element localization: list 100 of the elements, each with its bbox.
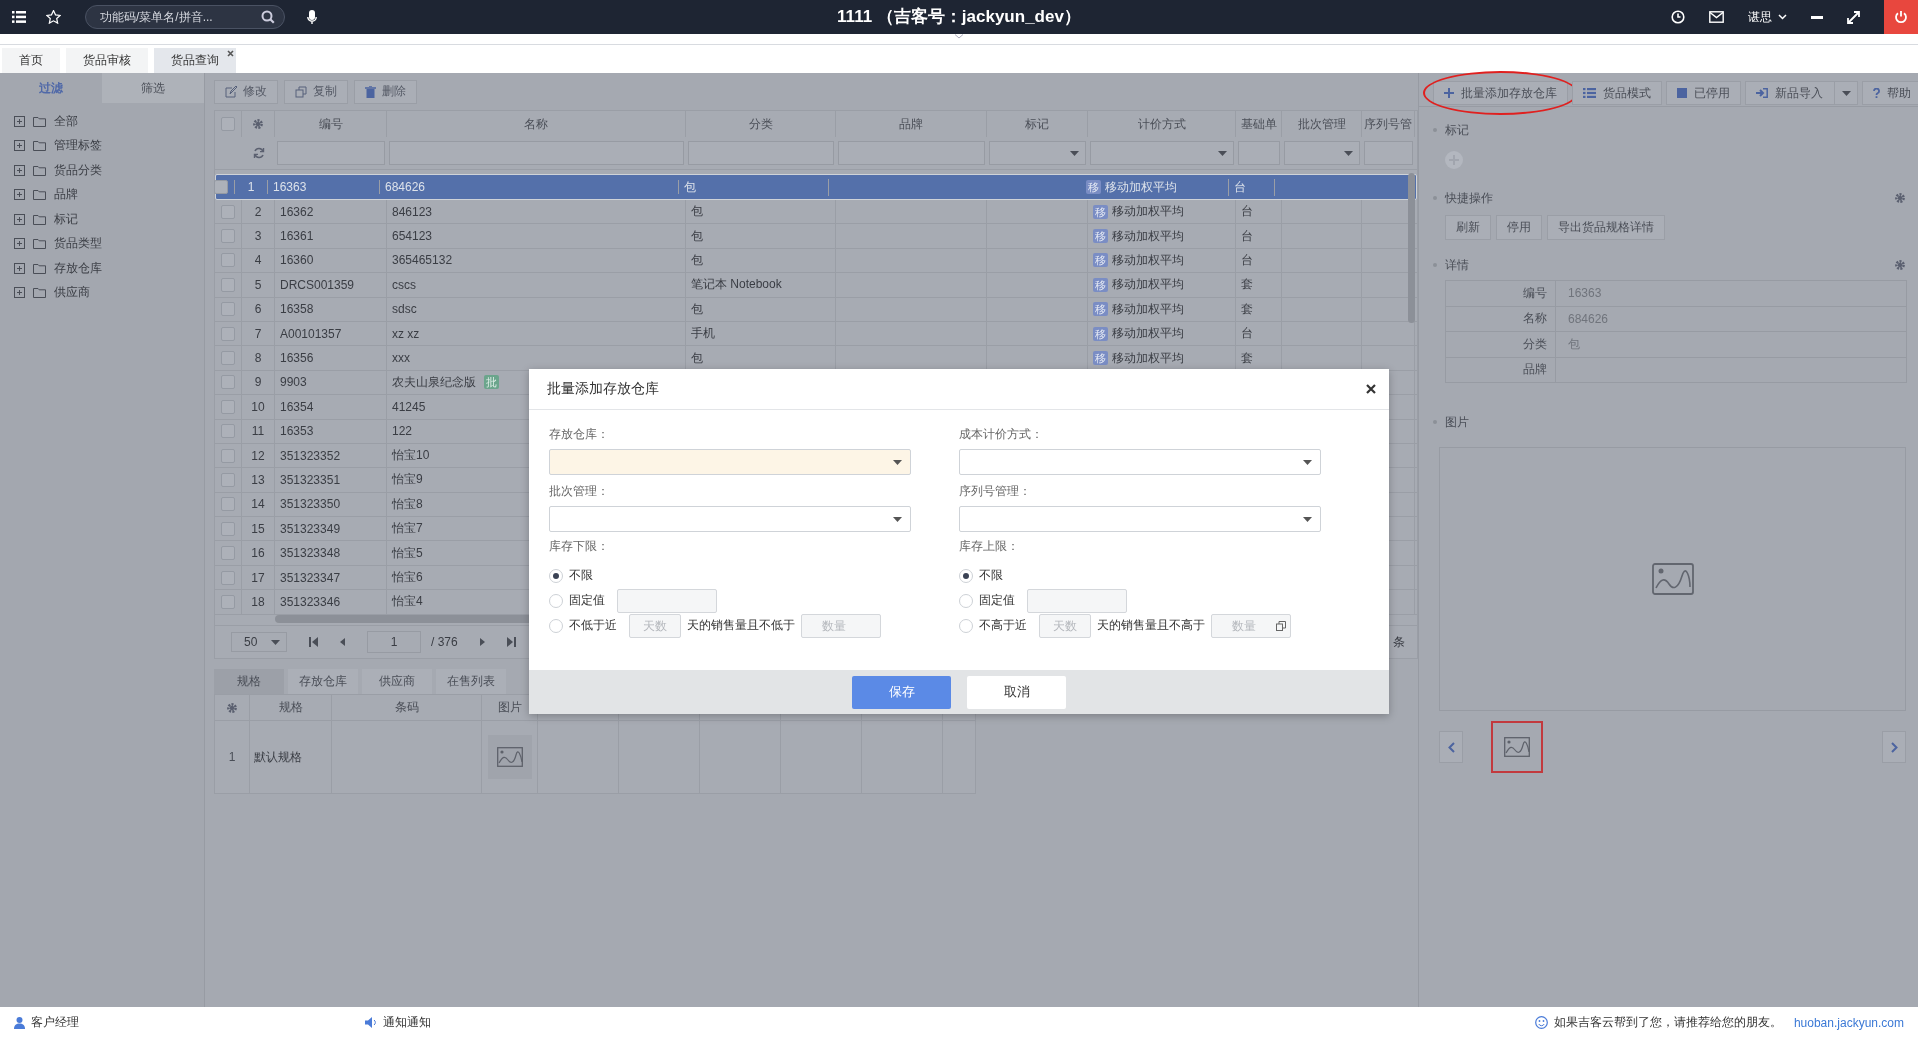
column-header[interactable]: 图片 — [497, 699, 522, 716]
checkbox[interactable] — [221, 399, 235, 414]
column-header[interactable]: 编号 — [275, 111, 387, 137]
expander-icon[interactable] — [14, 213, 25, 225]
first-page-icon[interactable] — [309, 637, 318, 647]
action-button[interactable]: 货品模式 — [1572, 81, 1662, 105]
chevron-left-icon[interactable] — [1447, 741, 1455, 753]
column-header[interactable]: 品牌 — [836, 111, 987, 137]
close-icon[interactable] — [227, 50, 234, 57]
image-icon[interactable] — [1504, 737, 1530, 757]
expander-icon[interactable] — [14, 115, 25, 127]
column-header[interactable]: 批次管理 — [1282, 111, 1362, 137]
quick-action-button[interactable]: 刷新 — [1445, 215, 1491, 240]
table-row[interactable]: 1 16363 684626 包 移 移动加权平均 台 — [215, 174, 1417, 200]
checkbox[interactable] — [221, 473, 235, 487]
checkbox[interactable] — [221, 521, 235, 536]
tree-item[interactable]: 标记 — [54, 210, 78, 228]
caret-icon[interactable] — [893, 459, 902, 465]
table-row[interactable]: 4 16360 365465132 包 移 移动加权平均 台 — [215, 248, 1417, 274]
checkbox[interactable] — [221, 497, 235, 512]
column-header[interactable]: 基础单 — [1236, 111, 1282, 137]
checkbox[interactable] — [221, 229, 235, 244]
page-field[interactable]: 1 — [367, 631, 421, 653]
checkbox[interactable] — [221, 326, 235, 341]
toolbar-button[interactable]: 删除 — [354, 79, 417, 104]
option-label[interactable]: 不低于近 — [569, 617, 617, 634]
settings-icon[interactable] — [252, 118, 264, 130]
tree-item[interactable]: 货品类型 — [54, 235, 102, 253]
checkbox[interactable] — [221, 546, 235, 561]
caret-icon[interactable] — [1778, 14, 1787, 20]
select-field[interactable] — [959, 449, 1321, 475]
thumbnail[interactable] — [1491, 721, 1543, 773]
page-tab[interactable]: 货品查询 — [154, 48, 236, 73]
table-row[interactable]: 7 A00101357 xz xz 手机 移 移动加权平均 台 — [215, 321, 1417, 347]
status-text[interactable]: 通知通知 — [383, 1014, 431, 1031]
mail-icon[interactable] — [1709, 11, 1724, 23]
chevron-right-icon[interactable] — [1890, 741, 1898, 753]
input-field[interactable]: 天数 — [1039, 613, 1091, 638]
option-label[interactable]: 固定值 — [569, 592, 605, 609]
action-button[interactable]: 帮助 — [1862, 81, 1918, 105]
previous-page-icon[interactable] — [340, 638, 345, 646]
tree-item[interactable]: 存放仓库 — [54, 259, 102, 277]
checkbox[interactable] — [214, 180, 228, 194]
page-size-dropdown[interactable]: 50 — [231, 632, 287, 652]
tree-item[interactable]: 货品分类 — [54, 161, 102, 179]
checkbox[interactable] — [221, 302, 235, 317]
option-label[interactable]: 不限 — [569, 567, 593, 584]
expander-icon[interactable] — [14, 140, 25, 152]
page-tab[interactable]: 首页 — [2, 48, 60, 73]
column-header[interactable]: 规格 — [278, 699, 303, 716]
column-header[interactable]: 分类 — [686, 111, 836, 137]
quick-action-button[interactable]: 停用 — [1496, 215, 1542, 240]
menu-icon[interactable] — [12, 11, 26, 23]
caret-icon[interactable] — [1303, 459, 1312, 465]
star-icon[interactable] — [46, 10, 61, 24]
tree-item[interactable]: 供应商 — [54, 284, 90, 302]
column-header[interactable]: 条码 — [394, 699, 419, 716]
checkbox[interactable] — [221, 375, 235, 390]
expander-icon[interactable] — [14, 164, 25, 176]
checkbox[interactable] — [221, 277, 235, 292]
caret-icon[interactable] — [893, 516, 902, 522]
import-icon[interactable] — [1756, 88, 1768, 98]
table-row[interactable]: 2 16362 846123 包 移 移动加权平均 台 — [215, 200, 1417, 225]
column-header[interactable]: 序列号管 — [1362, 111, 1415, 137]
caret-icon[interactable] — [1303, 516, 1312, 522]
table-row[interactable]: 3 16361 654123 包 移 移动加权平均 台 — [215, 224, 1417, 249]
copy-icon[interactable] — [1276, 620, 1286, 631]
action-button[interactable]: 已停用 — [1666, 81, 1741, 105]
checkbox[interactable] — [221, 424, 235, 439]
tree-item[interactable]: 全部 — [54, 112, 78, 130]
checkbox[interactable] — [221, 351, 235, 366]
detail-tab[interactable]: 在售列表 — [436, 669, 506, 694]
option-label[interactable]: 不高于近 — [979, 617, 1027, 634]
status-text[interactable]: 客户经理 — [31, 1014, 79, 1031]
page-tab[interactable]: 货品审核 — [66, 48, 148, 73]
action-button[interactable]: 新品导入 — [1745, 81, 1858, 105]
microphone-icon[interactable] — [307, 9, 317, 25]
quick-action-button[interactable]: 导出货品规格详情 — [1547, 215, 1665, 240]
website-link[interactable]: huoban.jackyun.com — [1793, 1015, 1904, 1030]
previous-button[interactable] — [1439, 731, 1463, 763]
toolbar-button[interactable]: 修改 — [214, 79, 278, 104]
search-icon[interactable] — [261, 10, 275, 24]
select-field[interactable] — [959, 506, 1321, 532]
expander-icon[interactable] — [14, 189, 25, 201]
clock-icon[interactable] — [1671, 10, 1685, 24]
next-page-icon[interactable] — [479, 638, 485, 646]
settings-icon[interactable] — [1894, 192, 1906, 204]
user-menu[interactable]: 谌思 — [1748, 8, 1772, 26]
refresh-icon[interactable] — [252, 147, 265, 159]
chevron-icon[interactable] — [954, 34, 964, 39]
search-field[interactable]: 功能码/菜单名/拼音... — [85, 5, 285, 29]
input-field[interactable]: 天数 — [629, 613, 681, 638]
checkbox[interactable] — [221, 204, 235, 219]
list-icon[interactable] — [1583, 88, 1596, 98]
detail-tab[interactable]: 供应商 — [362, 669, 432, 694]
power-button[interactable] — [1884, 0, 1918, 34]
sidebar-tab[interactable]: 筛选 — [102, 73, 204, 103]
close-icon[interactable] — [1366, 384, 1376, 394]
option-label[interactable]: 固定值 — [979, 592, 1015, 609]
column-header[interactable]: 标记 — [987, 111, 1088, 137]
